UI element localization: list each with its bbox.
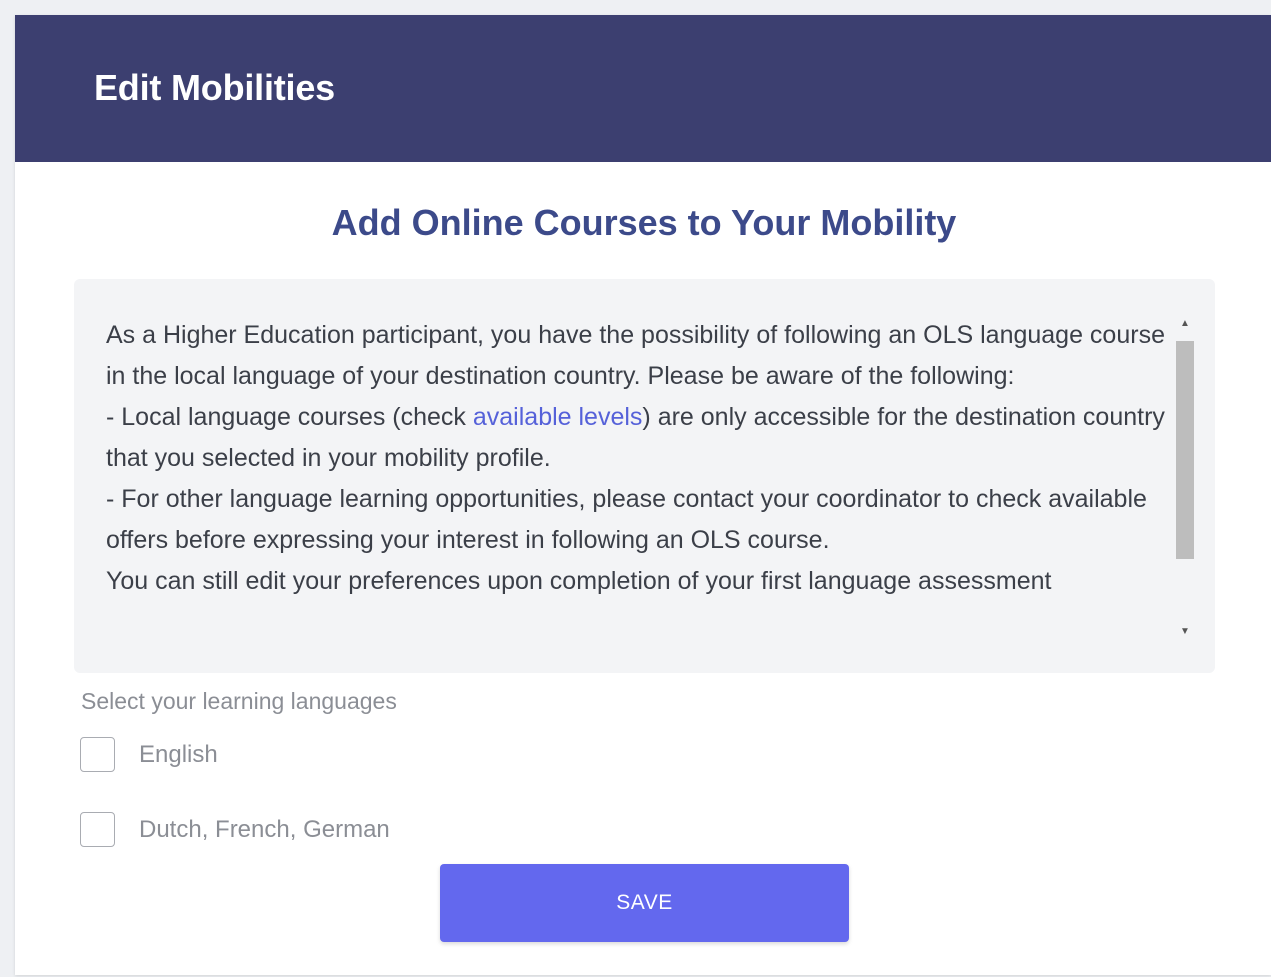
info-paragraph-intro: As a Higher Education participant, you h… (106, 321, 1165, 390)
available-levels-link[interactable]: available levels (473, 403, 643, 431)
scroll-down-arrow-icon[interactable]: ▼ (1172, 623, 1198, 641)
info-scrollbar[interactable]: ▲ ▼ (1172, 315, 1198, 641)
edit-mobilities-card: Edit Mobilities Add Online Courses to Yo… (15, 15, 1271, 975)
page-title: Edit Mobilities (94, 66, 336, 108)
info-paragraph-other-opportunities: - For other language learning opportunit… (106, 485, 1147, 554)
section-title: Add Online Courses to Your Mobility (331, 202, 957, 243)
info-text-scroll-area[interactable]: As a Higher Education participant, you h… (106, 315, 1176, 639)
scrollbar-thumb[interactable] (1176, 341, 1194, 559)
info-box: As a Higher Education participant, you h… (74, 279, 1215, 673)
english-checkbox[interactable] (80, 737, 115, 772)
info-paragraph-local-courses: - Local language courses (check availabl… (106, 397, 1176, 479)
dutch-french-german-label[interactable]: Dutch, French, German (139, 816, 390, 844)
language-option-english[interactable]: English (80, 737, 218, 772)
language-option-dutch-french-german[interactable]: Dutch, French, German (80, 812, 390, 847)
info-paragraph-edit-preferences: You can still edit your preferences upon… (106, 567, 1052, 595)
dutch-french-german-checkbox[interactable] (80, 812, 115, 847)
card-header: Edit Mobilities (15, 15, 1271, 162)
scroll-up-arrow-icon[interactable]: ▲ (1172, 315, 1198, 333)
learning-languages-label: Select your learning languages (81, 688, 397, 714)
save-button[interactable]: SAVE (440, 864, 849, 942)
english-label[interactable]: English (139, 741, 218, 769)
info-local-courses-prefix: - Local language courses (check (106, 403, 473, 431)
